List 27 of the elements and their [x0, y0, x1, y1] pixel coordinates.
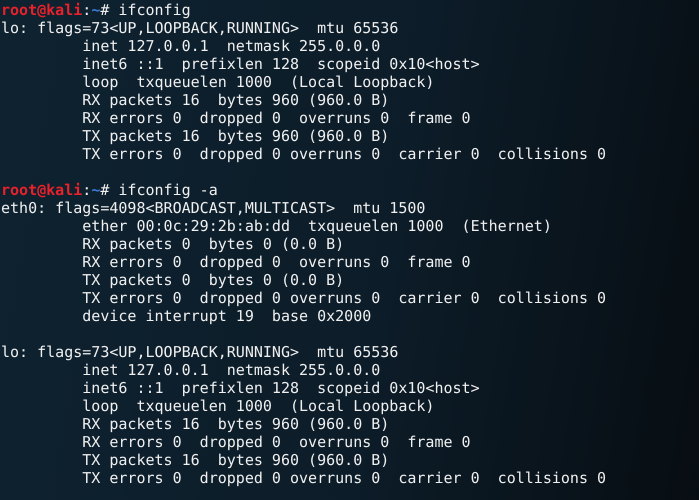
output-line: inet 127.0.0.1 netmask 255.0.0.0 [82, 37, 380, 55]
output-line: inet 127.0.0.1 netmask 255.0.0.0 [82, 361, 380, 379]
output-line: ether 00:0c:29:2b:ab:dd txqueuelen 1000 (Ethernet) [82, 217, 552, 235]
output-line: inet6 ::1 prefixlen 128 scopeid 0x10<host> [82, 379, 480, 397]
output-line: RX packets 16 bytes 960 (960.0 B) [82, 415, 390, 433]
output-line: RX errors 0 dropped 0 overruns 0 frame 0 [82, 253, 471, 271]
output-line: RX packets 16 bytes 960 (960.0 B) [82, 91, 390, 109]
output-line: TX packets 16 bytes 960 (960.0 B) [82, 127, 390, 145]
output-line: RX errors 0 dropped 0 overruns 0 frame 0 [82, 109, 471, 127]
output-line: inet6 ::1 prefixlen 128 scopeid 0x10<host> [82, 55, 480, 73]
shell-prompt: root@kali:~# [1, 181, 110, 199]
output-line: loop txqueuelen 1000 (Local Loopback) [82, 73, 434, 91]
output-line: loop txqueuelen 1000 (Local Loopback) [82, 397, 434, 415]
output-line: TX packets 0 bytes 0 (0.0 B) [82, 271, 344, 289]
output-line: eth0: flags=4098<BROADCAST,MULTICAST> mtu 1500 [1, 199, 426, 217]
output-line: lo: flags=73<UP,LOOPBACK,RUNNING> mtu 65536 [1, 343, 398, 361]
output-line: TX errors 0 dropped 0 overruns 0 carrier 0 collisions 0 [82, 145, 606, 163]
output-line: TX packets 16 bytes 960 (960.0 B) [82, 451, 390, 469]
shell-prompt: root@kali:~# [1, 1, 110, 19]
output-line: TX errors 0 dropped 0 overruns 0 carrier 0 collisions 0 [82, 469, 606, 487]
output-line: TX errors 0 dropped 0 overruns 0 carrier 0 collisions 0 [82, 289, 606, 307]
output-line: RX packets 0 bytes 0 (0.0 B) [82, 235, 344, 253]
output-line: device interrupt 19 base 0x2000 [82, 307, 372, 325]
output-line: lo: flags=73<UP,LOOPBACK,RUNNING> mtu 65536 [1, 19, 398, 37]
command-text: ifconfig -a [117, 181, 218, 199]
command-text: ifconfig [117, 1, 191, 19]
output-line: RX errors 0 dropped 0 overruns 0 frame 0 [82, 433, 471, 451]
